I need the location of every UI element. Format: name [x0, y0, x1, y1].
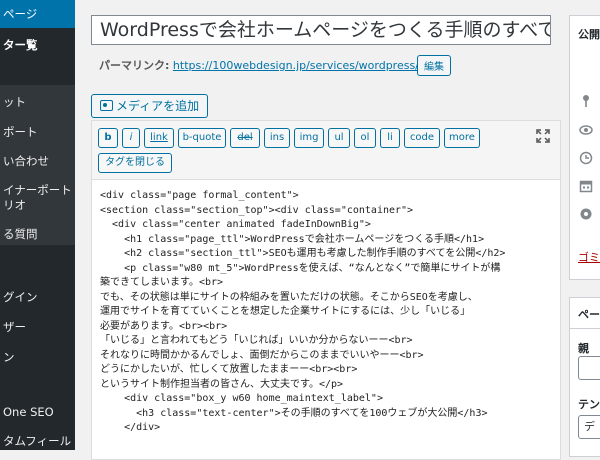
code-line: 運用でサイトを育てていくことを想定した企業サイトにするには、少し「いじる」: [100, 306, 471, 317]
qt-code-button[interactable]: code: [404, 128, 440, 148]
code-line: <h2 class="section_ttl">SEOも運用も考慮した制作手順の…: [100, 248, 506, 259]
qt-bold-button[interactable]: b: [98, 128, 118, 148]
code-line: どうにかしたいが、忙しくて放置したままーー<br><br>: [100, 364, 358, 375]
code-line: </div>: [100, 422, 161, 433]
permalink-row: パーマリンク: https://100webdesign.jp/services…: [99, 57, 445, 73]
qt-bquote-button[interactable]: b-quote: [178, 128, 226, 148]
menu-item-12[interactable]: タムフィール: [0, 434, 75, 448]
qt-ol-button[interactable]: ol: [354, 128, 376, 148]
qt-li-button[interactable]: li: [380, 128, 400, 148]
code-line: というサイト制作担当者の皆さん、大丈夫です。</p>: [100, 378, 344, 390]
code-line: でも、その状態は単にサイトの枠組みを置いただけの状態。そこからSEOを考慮し、: [100, 291, 478, 303]
menu-item-10[interactable]: ン: [0, 350, 75, 364]
qt-more-button[interactable]: more: [444, 128, 480, 148]
code-line: <div class="center animated fadeInDownBi…: [100, 219, 371, 230]
template-select[interactable]: デ: [578, 415, 600, 439]
code-line: それなりに時間かかるんでしょ、面倒だからこのままでいいやーー<br>: [100, 349, 424, 361]
menu-item-8[interactable]: グイン: [0, 290, 75, 304]
right-sidebar: 公開 ゴミ ペー 親 テン デ: [569, 0, 600, 457]
edit-slug-button[interactable]: 編集: [417, 55, 451, 76]
code-line: <h3 class="text-center">その手順のすべてを100ウェブが…: [100, 407, 488, 419]
menu-item-6[interactable]: リオ: [0, 198, 75, 212]
qt-del-button[interactable]: del: [230, 128, 260, 148]
code-line: 築できてしまいます。<br>: [100, 277, 224, 288]
code-line: <div class="page formal_content">: [100, 190, 299, 201]
code-line: <section class="section_top"><div class=…: [100, 204, 414, 216]
menu-item-11[interactable]: One SEO: [0, 405, 75, 419]
fullscreen-icon[interactable]: [536, 129, 550, 143]
code-line: <h1 class="page_ttl">WordPressで会社ホームページを…: [100, 233, 485, 245]
publish-panel: 公開 ゴミ: [569, 15, 600, 280]
template-label: テン: [578, 398, 600, 411]
eye-icon: [579, 125, 593, 135]
pin-icon: [583, 95, 589, 107]
menu-item-sub-current[interactable]: ター覧: [0, 38, 75, 52]
add-media-button[interactable]: メディアを追加: [91, 94, 209, 118]
code-line: <p class="w80 mt_5">WordPressを使えば、“なんとなく…: [100, 262, 501, 274]
media-icon: [100, 100, 113, 111]
editor-main: WordPressで会社ホームページをつくる手順のすべて パーマリンク: htt…: [75, 0, 561, 460]
admin-sidebar: ページ ター覧 ット ポート い合わせ イナーポート リオ る質問 グイン ザー…: [0, 0, 75, 450]
page-attributes-title: ペー: [578, 308, 600, 321]
qt-ins-button[interactable]: ins: [264, 128, 290, 148]
menu-item-2[interactable]: ット: [0, 95, 75, 109]
settings-icon: [580, 208, 592, 220]
qt-img-button[interactable]: img: [294, 128, 324, 148]
qt-ul-button[interactable]: ul: [328, 128, 350, 148]
menu-item-9[interactable]: ザー: [0, 320, 75, 334]
qt-close-tags-button[interactable]: タグを閉じる: [98, 153, 172, 173]
menu-item-pages[interactable]: ページ: [0, 0, 75, 28]
calendar-icon: [579, 180, 593, 193]
trash-link[interactable]: ゴミ: [578, 249, 600, 265]
code-textarea[interactable]: <div class="page formal_content"> <sectio…: [100, 189, 554, 436]
quicktags-toolbar: b i link b-quote del ins img ul ol li co…: [92, 121, 560, 180]
publish-panel-title: 公開: [578, 28, 600, 41]
post-title-input[interactable]: WordPressで会社ホームページをつくる手順のすべて: [91, 15, 551, 45]
history-icon: [579, 151, 593, 165]
permalink-label: パーマリンク:: [99, 59, 170, 72]
code-line: 必要があります。<br><br>: [100, 320, 228, 332]
menu-item-7[interactable]: る質問: [0, 227, 75, 241]
parent-select[interactable]: [578, 356, 600, 380]
code-line: 「いじる」と言われてもどう「いじれば」いいか分からないーー<br>: [100, 335, 413, 346]
qt-link-button[interactable]: link: [144, 128, 174, 148]
parent-label: 親: [578, 342, 589, 355]
qt-italic-button[interactable]: i: [122, 128, 140, 148]
text-editor: b i link b-quote del ins img ul ol li co…: [91, 120, 561, 460]
page-attributes-panel: ペー 親 テン デ: [569, 297, 600, 457]
permalink-link[interactable]: https://100webdesign.jp/services/wordpre…: [173, 59, 445, 72]
menu-item-3[interactable]: ポート: [0, 125, 75, 139]
panel-divider: [570, 328, 600, 329]
code-line: <div class="box_y w60 home_maintext_labe…: [100, 393, 383, 404]
menu-item-4[interactable]: い合わせ: [0, 154, 75, 168]
menu-item-5[interactable]: イナーポート: [0, 183, 75, 197]
